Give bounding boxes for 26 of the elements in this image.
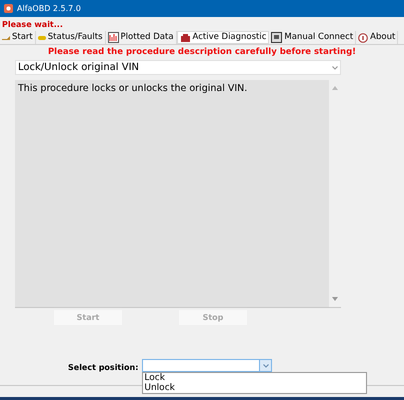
engine-icon	[180, 32, 191, 43]
tab[interactable]: Plotted Data	[106, 31, 177, 44]
chart-icon	[108, 32, 119, 43]
position-label: Select position:	[68, 362, 138, 374]
window-title: AlfaOBD 2.5.7.0	[17, 2, 81, 14]
description-text: This procedure locks or unlocks the original VIN.	[18, 83, 248, 94]
tab[interactable]: Status/Faults	[36, 31, 106, 44]
dash-icon	[38, 34, 46, 40]
plug-icon	[2, 34, 10, 42]
position-option[interactable]: Unlock	[143, 383, 366, 393]
tab[interactable]: Active Diagnostic	[176, 31, 270, 44]
screen-icon	[271, 32, 282, 43]
tab[interactable]: About	[356, 31, 398, 44]
position-option[interactable]: Lock	[143, 373, 366, 383]
scroll-up-icon	[332, 86, 338, 90]
procedure-dropdown[interactable]: Lock/Unlock original VIN	[15, 60, 341, 75]
status-text: Please wait...	[1, 20, 64, 30]
tab[interactable]: Manual Connect	[269, 31, 356, 44]
chevron-down-icon	[262, 364, 269, 368]
notice-text: Please read the procedure description carefully before starting!	[48, 47, 356, 58]
chevron-down-icon	[332, 66, 338, 70]
app-icon	[4, 4, 13, 13]
info-icon	[358, 32, 368, 42]
position-combo[interactable]	[142, 359, 272, 372]
tab[interactable]: Start	[0, 31, 36, 44]
scroll-down-icon	[332, 297, 338, 301]
